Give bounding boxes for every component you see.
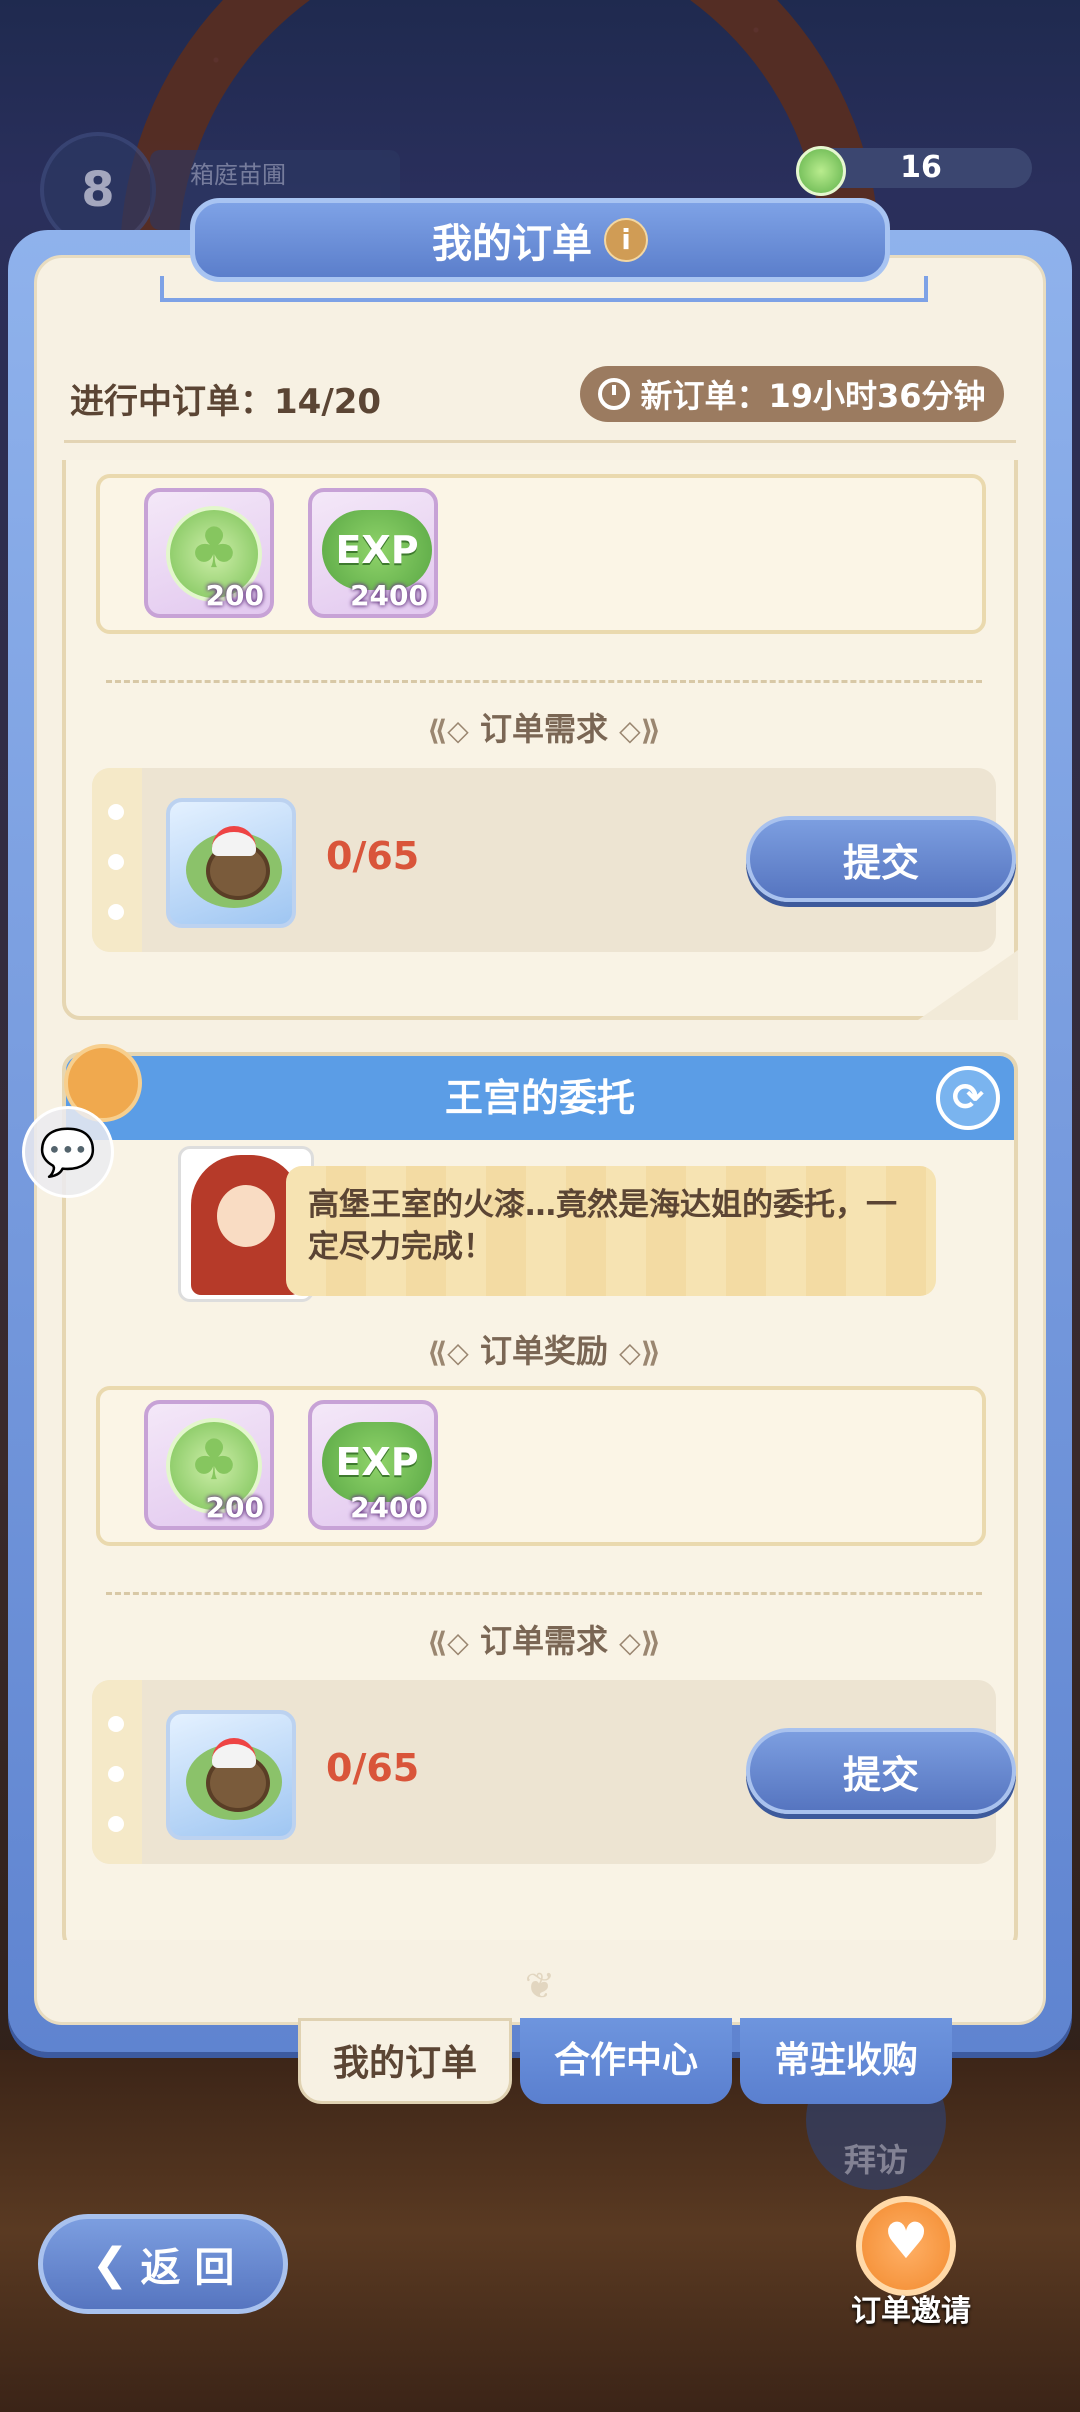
- requirement-label: 订单需求: [479, 710, 608, 748]
- ornament-right-icon: ◇⟫: [619, 714, 661, 747]
- orders-in-progress: 进行中订单：14/20: [70, 382, 382, 422]
- strip-dot: [108, 1766, 124, 1782]
- order-header-title: 王宫的委托: [444, 1076, 635, 1120]
- requirement-heading: ⟪◇ 订单需求 ◇⟫: [66, 1616, 1018, 1662]
- order-card: 200 EXP 2400 ⟪◇ 订单需求 ◇⟫ 0/65 提交: [62, 460, 1018, 1020]
- exp-clover-icon: EXP: [322, 510, 432, 590]
- coconut-drink-icon[interactable]: [166, 1710, 296, 1840]
- exp-clover-icon: EXP: [322, 1422, 432, 1502]
- panel-bottom-ornament: ❦: [524, 1966, 556, 2007]
- npc-dialogue-box: 高堡王室的火漆…竟然是海达姐的委托，一定尽力完成！: [286, 1166, 936, 1296]
- clover-coin-icon: [796, 146, 846, 196]
- header-divider: [64, 440, 1016, 443]
- clock-icon: [598, 378, 631, 410]
- strip-dot: [108, 1716, 124, 1732]
- npc-dialogue: 高堡王室的火漆…竟然是海达姐的委托，一定尽力完成！: [308, 1187, 897, 1265]
- tab-standing-purchase[interactable]: 常驻收购: [740, 2018, 952, 2104]
- reward-box: 200 EXP 2400: [96, 474, 986, 634]
- reward-item-coin[interactable]: 200: [144, 488, 274, 618]
- chat-bubble-icon[interactable]: 💬: [22, 1106, 114, 1198]
- order-header: 王宫的委托 ⟳: [66, 1056, 1014, 1140]
- requirement-heading: ⟪◇ 订单需求 ◇⟫: [66, 704, 1018, 750]
- panel-title-bar: 我的订单 i: [190, 198, 890, 282]
- reward-box: 200 EXP 2400: [96, 1386, 986, 1546]
- requirement-progress: 0/65: [326, 1746, 420, 1790]
- ornament-left-icon: ⟪◇: [427, 714, 469, 747]
- strip-dot: [108, 904, 124, 920]
- strip-dot: [108, 854, 124, 870]
- order-invite-icon[interactable]: [856, 2196, 956, 2296]
- requirement-progress: 0/65: [326, 834, 420, 878]
- panel-title: 我的订单: [432, 221, 592, 267]
- order-invite-label[interactable]: 订单邀请: [826, 2286, 996, 2330]
- tab-my-orders[interactable]: 我的订单: [298, 2018, 512, 2104]
- info-icon[interactable]: i: [604, 218, 648, 262]
- new-order-timer-text: 新订单：19小时36分钟: [640, 377, 986, 415]
- reward-heading: ⟪◇ 订单奖励 ◇⟫: [66, 1326, 1018, 1372]
- order-tabs: 我的订单 合作中心 常驻收购: [298, 2018, 958, 2108]
- ornament-left-icon: ⟪◇: [427, 1336, 469, 1369]
- strip-dot: [108, 804, 124, 820]
- dashed-divider: [106, 1592, 982, 1595]
- submit-button[interactable]: 提交: [746, 816, 1016, 902]
- ornament-right-icon: ◇⟫: [619, 1626, 661, 1659]
- requirement-row: 0/65 提交: [92, 768, 1016, 952]
- back-button[interactable]: ❮ 返 回: [38, 2214, 288, 2314]
- strip-dot: [108, 1816, 124, 1832]
- ornament-right-icon: ◇⟫: [619, 1336, 661, 1369]
- reward-amount: 200: [205, 1491, 264, 1524]
- submit-button[interactable]: 提交: [746, 1728, 1016, 1814]
- order-card-royal: 王宫的委托 ⟳ 高堡王室的火漆…竟然是海达姐的委托，一定尽力完成！ ⟪◇ 订单奖…: [62, 1044, 1018, 1940]
- order-list[interactable]: 200 EXP 2400 ⟪◇ 订单需求 ◇⟫ 0/65 提交: [62, 460, 1018, 1940]
- reward-amount: 200: [205, 579, 264, 612]
- dashed-divider: [106, 680, 982, 683]
- reward-item-exp[interactable]: EXP 2400: [308, 488, 438, 618]
- player-name: 箱庭苗圃: [190, 161, 286, 189]
- requirement-row: 0/65 提交: [92, 1680, 1016, 1864]
- tab-cooperation-center[interactable]: 合作中心: [520, 2018, 732, 2104]
- back-label: 返 回: [140, 2245, 235, 2291]
- page-curl: [918, 950, 1018, 1020]
- refresh-icon[interactable]: ⟳: [936, 1066, 1000, 1130]
- ornament-left-icon: ⟪◇: [427, 1626, 469, 1659]
- back-arrow-icon: ❮: [91, 2238, 129, 2290]
- reward-item-exp[interactable]: EXP 2400: [308, 1400, 438, 1530]
- reward-amount: 2400: [350, 579, 428, 612]
- coconut-drink-icon[interactable]: [166, 798, 296, 928]
- new-order-timer: 新订单：19小时36分钟: [580, 366, 1004, 422]
- reward-amount: 2400: [350, 1491, 428, 1524]
- reward-label: 订单奖励: [479, 1332, 608, 1370]
- reward-item-coin[interactable]: 200: [144, 1400, 274, 1530]
- requirement-label: 订单需求: [479, 1622, 608, 1660]
- visit-label: 拜访: [843, 2141, 908, 2179]
